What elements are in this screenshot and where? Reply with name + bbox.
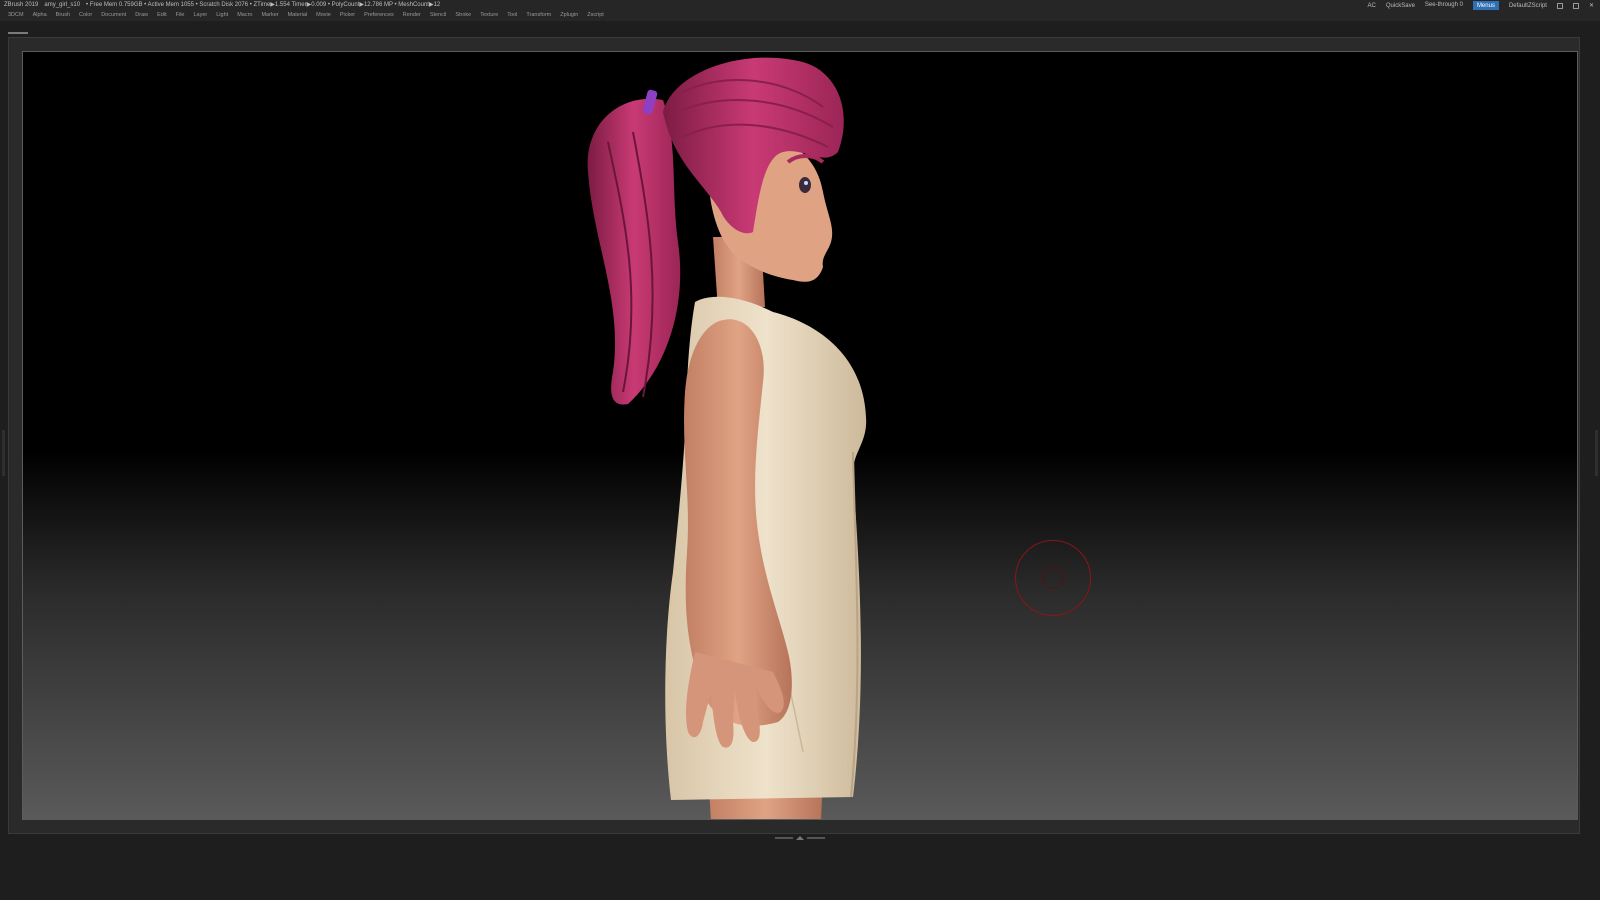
menu-marker[interactable]: Marker <box>261 10 278 21</box>
menu-draw[interactable]: Draw <box>135 10 148 21</box>
minimize-icon[interactable] <box>1556 2 1563 9</box>
quicksave-button[interactable]: QuickSave <box>1386 1 1415 11</box>
script-selector[interactable]: DefaultZScript <box>1509 1 1547 11</box>
menu-picker[interactable]: Picker <box>340 10 355 21</box>
app-title: ZBrush 2019 <box>4 2 39 8</box>
menu-transform[interactable]: Transform <box>526 10 551 21</box>
menu-light[interactable]: Light <box>216 10 228 21</box>
memory-stats: • Free Mem 0.759GB • Active Mem 1055 • S… <box>86 2 441 8</box>
menu-alpha[interactable]: Alpha <box>33 10 47 21</box>
bottom-tray-handle[interactable] <box>773 836 827 840</box>
menu-bar: 3DCM Alpha Brush Color Document Draw Edi… <box>0 10 1600 21</box>
menu-tool[interactable]: Tool <box>507 10 517 21</box>
menu-material[interactable]: Material <box>288 10 308 21</box>
file-name: amy_girl_s10 <box>44 2 81 8</box>
menu-movie[interactable]: Movie <box>316 10 331 21</box>
menu-file[interactable]: File <box>176 10 185 21</box>
menu-zplugin[interactable]: Zplugin <box>560 10 578 21</box>
maximize-icon[interactable] <box>1572 2 1579 9</box>
character-model <box>587 57 867 819</box>
brush-cursor-icon <box>1015 540 1091 616</box>
menu-brush[interactable]: Brush <box>56 10 70 21</box>
ponytail <box>587 98 681 405</box>
menu-preferences[interactable]: Preferences <box>364 10 394 21</box>
menu-texture[interactable]: Texture <box>480 10 498 21</box>
menu-document[interactable]: Document <box>101 10 126 21</box>
menu-layer[interactable]: Layer <box>193 10 207 21</box>
eye <box>799 177 811 193</box>
3d-viewport-canvas[interactable] <box>22 51 1578 820</box>
ac-toggle[interactable]: AC <box>1368 1 1376 11</box>
menu-stencil[interactable]: Stencil <box>430 10 447 21</box>
menus-button[interactable]: Menus <box>1472 0 1499 11</box>
tray-handle[interactable] <box>8 32 28 34</box>
expand-arrow-icon <box>796 836 804 840</box>
menu-macro[interactable]: Macro <box>237 10 252 21</box>
close-icon[interactable]: ✕ <box>1589 1 1594 11</box>
menu-3dcm[interactable]: 3DCM <box>8 10 24 21</box>
menu-stroke[interactable]: Stroke <box>455 10 471 21</box>
menu-color[interactable]: Color <box>79 10 92 21</box>
title-bar: ZBrush 2019 amy_girl_s10 • Free Mem 0.75… <box>0 0 1600 11</box>
left-tray-handle[interactable] <box>2 430 5 476</box>
right-tray-handle[interactable] <box>1595 430 1598 476</box>
menu-render[interactable]: Render <box>403 10 421 21</box>
menu-edit[interactable]: Edit <box>157 10 166 21</box>
menu-zscript[interactable]: Zscript <box>587 10 604 21</box>
